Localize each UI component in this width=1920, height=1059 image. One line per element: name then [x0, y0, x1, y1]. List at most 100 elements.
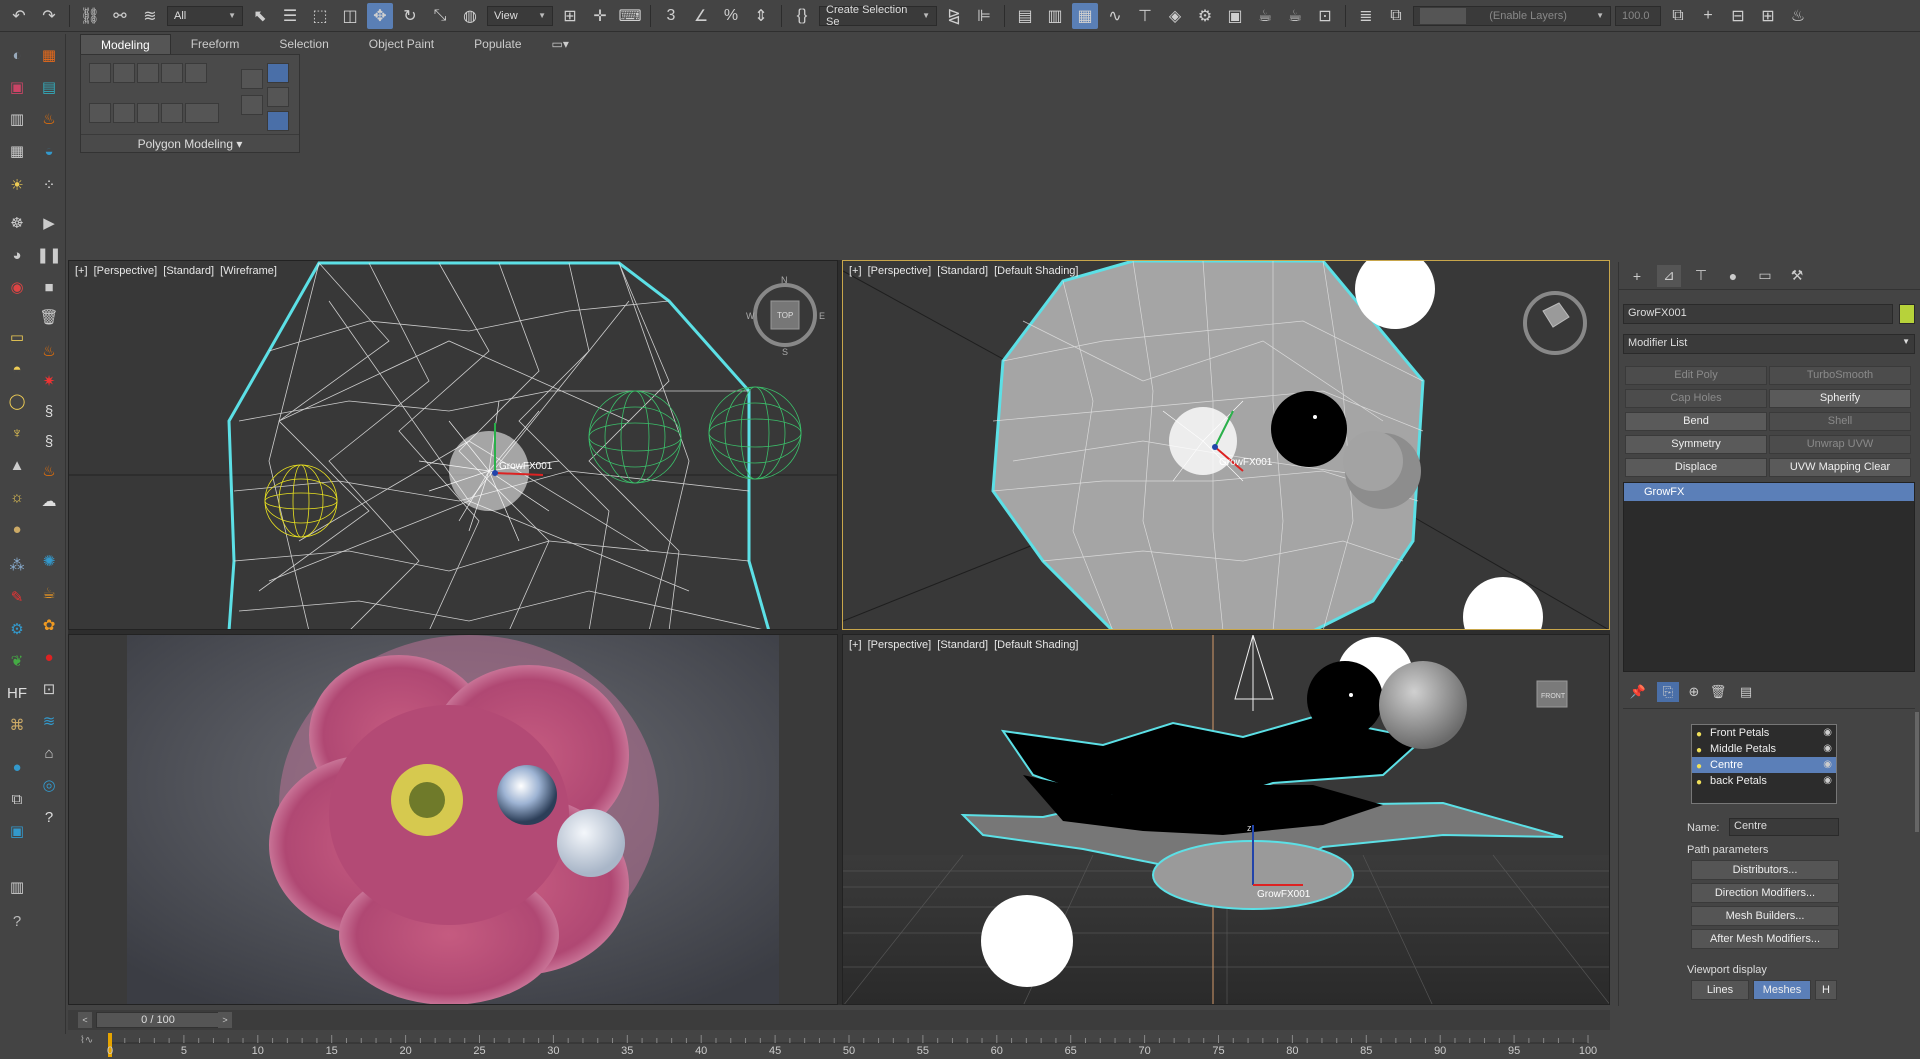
paths-list[interactable]: ● Front Petals ◉ ● Middle Petals ◉ ● Centre ◉ ● ba…	[1691, 724, 1837, 804]
rig-icon[interactable]: ⧉	[4, 786, 30, 812]
path-list-item[interactable]: ● Front Petals ◉	[1692, 725, 1836, 741]
disc-icon[interactable]: ●	[4, 516, 30, 542]
placement-icon[interactable]: ◍	[457, 3, 483, 29]
named-selection-dropdown[interactable]: Create Selection Se ▼	[819, 4, 937, 28]
bind-spacewarp-icon[interactable]: ≋	[137, 3, 163, 29]
viewport-plus-menu[interactable]: [+]	[849, 639, 862, 651]
window-crossing-icon[interactable]: ◫	[337, 3, 363, 29]
use-stack-icon[interactable]	[113, 103, 135, 123]
tornado-icon[interactable]: §	[36, 428, 62, 454]
render-icon[interactable]: ▣	[4, 74, 30, 100]
modifier-button[interactable]: Symmetry	[1625, 435, 1767, 454]
toggle-end-result-icon[interactable]	[161, 103, 183, 123]
viewport-shading-menu[interactable]: [Default Shading]	[994, 265, 1078, 277]
modify-tab-icon[interactable]: ⊿	[1657, 264, 1681, 287]
light-icon[interactable]: ☀	[4, 172, 30, 198]
polygon-icon[interactable]	[161, 63, 183, 83]
modifier-button[interactable]: Shell	[1769, 412, 1911, 431]
angle-snap-icon[interactable]: ∠	[688, 3, 714, 29]
create-tab-icon[interactable]: +	[1625, 265, 1649, 287]
viewport-bottom-left[interactable]	[68, 634, 838, 1005]
layer-options-icon[interactable]: ⧉	[1665, 3, 1691, 29]
leaf-icon[interactable]: ❦	[4, 648, 30, 674]
undo-icon[interactable]: ↶	[6, 3, 32, 29]
element-icon[interactable]	[185, 63, 207, 83]
fire-small-icon[interactable]: ♨	[36, 458, 62, 484]
modifier-list-dropdown[interactable]: Modifier List ▼	[1623, 334, 1915, 354]
stack-item-growfx[interactable]: GrowFX	[1624, 483, 1914, 501]
modifier-button[interactable]: Cap Holes	[1625, 389, 1767, 408]
scale-icon[interactable]: ⤡	[427, 3, 453, 29]
percent-snap-icon[interactable]: %	[718, 3, 744, 29]
modifier-button[interactable]: TurboSmooth	[1769, 366, 1911, 385]
viewcube-compass[interactable]: TOP N S W E	[746, 275, 825, 357]
direction-modifiers-button[interactable]: Direction Modifiers...	[1691, 883, 1839, 903]
curve-editor-icon[interactable]: ∿	[1102, 3, 1128, 29]
monitor-icon[interactable]: ▣	[4, 818, 30, 844]
cup-icon[interactable]: ☕	[36, 580, 62, 606]
toggle-ribbon-icon[interactable]: ▦	[1072, 2, 1098, 29]
ribbon-options-icon[interactable]: ▭▾	[542, 34, 579, 54]
modifier-button[interactable]: Spherify	[1769, 389, 1911, 408]
viewport-shading-menu[interactable]: [Default Shading]	[994, 639, 1078, 651]
object-name-field[interactable]: GrowFX001	[1623, 304, 1893, 324]
flame-icon[interactable]: ♨	[36, 338, 62, 364]
viewcube[interactable]: FRONT	[1536, 680, 1568, 708]
tab-modeling[interactable]: Modeling	[80, 34, 171, 54]
modifier-button[interactable]: Unwrap UVW	[1769, 435, 1911, 454]
layers-dropdown[interactable]: (Enable Layers) ▼	[1413, 5, 1611, 26]
red-sphere-icon[interactable]: ●	[36, 644, 62, 670]
object-color-swatch[interactable]	[1899, 304, 1915, 324]
pin-stack-icon[interactable]: 📌	[1627, 682, 1649, 702]
pivot-center-icon[interactable]: ⊞	[557, 3, 583, 29]
path-list-item[interactable]: ● back Petals ◉	[1692, 773, 1836, 789]
eye-icon[interactable]: ◉	[1823, 725, 1832, 741]
eye-icon[interactable]: ◉	[1823, 757, 1832, 773]
viewport-icon[interactable]: ◐	[4, 42, 30, 68]
screen-icon[interactable]: ▭	[4, 324, 30, 350]
light-bulb-icon[interactable]: ●	[1696, 775, 1702, 791]
layers-icon[interactable]: ≣	[1353, 3, 1379, 29]
viewport-plus-menu[interactable]: [+]	[849, 265, 862, 277]
viewport-preset-menu[interactable]: [Standard]	[937, 639, 988, 651]
modifier-stack[interactable]: GrowFX	[1623, 482, 1915, 672]
play-icon[interactable]: ▶	[36, 210, 62, 236]
splash-icon[interactable]: ✺	[36, 548, 62, 574]
edge-icon[interactable]	[113, 63, 135, 83]
eye-icon[interactable]: ◉	[1823, 741, 1832, 757]
utilities-tab-icon[interactable]: ⚒	[1785, 265, 1809, 287]
align-icon[interactable]: ⊫	[971, 3, 997, 29]
pin-stack-icon[interactable]	[267, 63, 289, 83]
viewport-shading-menu[interactable]: [Wireframe]	[220, 265, 277, 277]
mesh-builders-button[interactable]: Mesh Builders...	[1691, 906, 1839, 926]
viewport-pov-menu[interactable]: [Perspective]	[868, 265, 932, 277]
spinner-snap-icon[interactable]: ⇕	[748, 3, 774, 29]
swirl-icon[interactable]: §	[36, 398, 62, 424]
blob-icon[interactable]: ✿	[36, 612, 62, 638]
pause-icon[interactable]: ❚❚	[36, 242, 62, 268]
layer-stack-icon[interactable]: ⧉	[1383, 3, 1409, 29]
render-production-icon[interactable]: ☕	[1252, 3, 1278, 29]
add-layer-icon[interactable]: +	[1695, 3, 1721, 29]
path-list-item[interactable]: ● Middle Petals ◉	[1692, 741, 1836, 757]
layer-value-spinner[interactable]: 100.0	[1615, 5, 1661, 26]
panel-icon[interactable]: ▥	[4, 874, 30, 900]
water-icon[interactable]: ▤	[36, 74, 62, 100]
viewport-top-left[interactable]: [+] [Perspective] [Standard] [Wireframe]	[68, 260, 838, 630]
trash-icon[interactable]: 🗑	[36, 304, 62, 330]
repeat-icon[interactable]	[241, 95, 263, 115]
tab-populate[interactable]: Populate	[454, 34, 541, 54]
redo-icon[interactable]: ↷	[36, 3, 62, 29]
tab-selection[interactable]: Selection	[259, 34, 348, 54]
viewport-pov-menu[interactable]: [Perspective]	[94, 265, 158, 277]
tab-object-paint[interactable]: Object Paint	[349, 34, 454, 54]
layer-settings-icon[interactable]: ⊞	[1755, 3, 1781, 29]
document-icon[interactable]: ▥	[4, 106, 30, 132]
gear-icon[interactable]: ⚙	[4, 616, 30, 642]
motion-tab-icon[interactable]: ●	[1721, 265, 1745, 287]
sphere-icon[interactable]: ◯	[4, 388, 30, 414]
distributors-button[interactable]: Distributors...	[1691, 860, 1839, 880]
hidden-button[interactable]: H	[1815, 980, 1837, 1000]
modifier-button[interactable]: Bend	[1625, 412, 1767, 431]
link-icon[interactable]: ⛓	[77, 3, 103, 29]
